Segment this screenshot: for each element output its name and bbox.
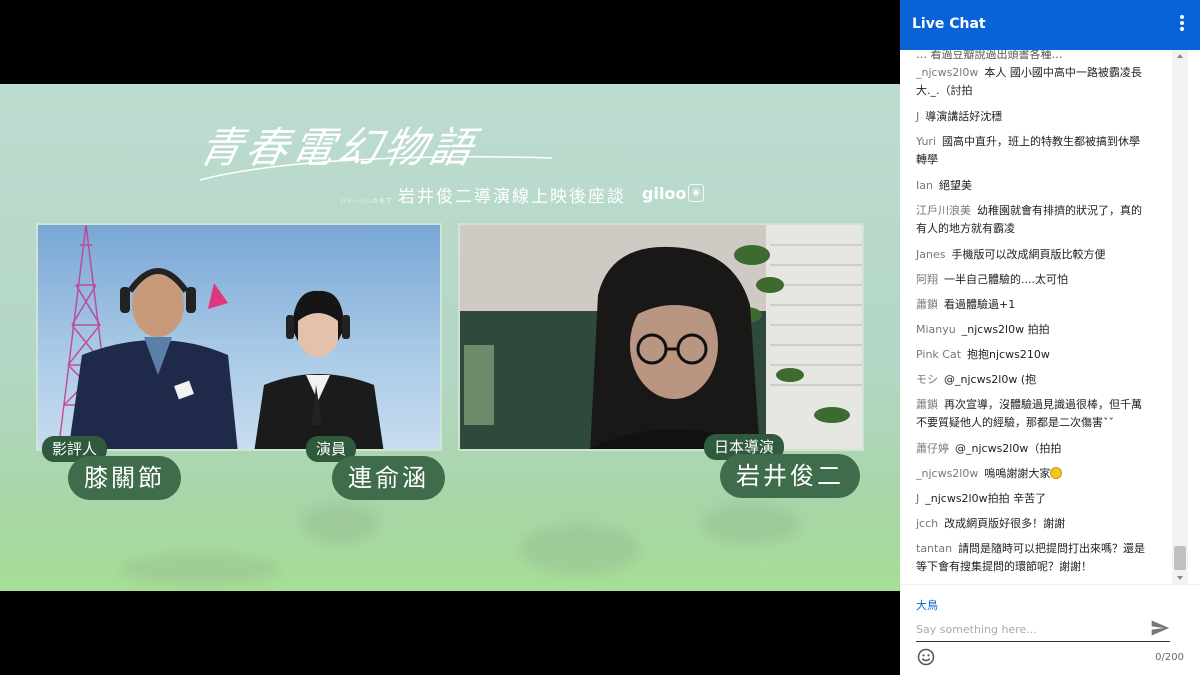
chat-text: _njcws2l0w拍拍 辛苦了 [925,492,1047,505]
chat-text: 改成網頁版好很多！謝謝 [944,517,1066,530]
chat-message: tantan 請問是隨時可以把提問打出來嗎？還是等下會有搜集提問的環節呢？謝謝！ [916,540,1148,576]
chat-message-list[interactable]: … 看過豆瓣說過出頭書各種… _njcws2l0w 本人 國小國中高中一路被霸凌長… [900,50,1172,584]
director-video-frame [460,225,862,449]
chat-message: jcch 改成網頁版好很多！謝謝 [916,515,1148,533]
speaker-name: 膝關節 [68,456,181,500]
chat-text: 導演講話好沈穩 [925,110,1003,123]
chat-username[interactable]: J [916,110,919,123]
app-window: 青春電幻物語 ﾘﾘｲ･ｼｭｼｭの全て 岩井俊二導演線上映後座談 giloo ◉ [0,0,1200,675]
chat-username[interactable]: jcch [916,517,938,530]
chat-text: _njcws2l0w 拍拍 [961,323,1050,336]
send-icon[interactable] [1150,618,1170,638]
speaker-name: 連俞涵 [332,456,445,500]
chat-username[interactable]: 蕭鎖 [916,298,938,311]
scroll-thumb[interactable] [1174,546,1186,570]
chat-input-area: 大鳥 0/200 [900,584,1200,675]
chat-username[interactable]: 阿翔 [916,273,938,286]
film-subtitle: ﾘﾘｲ･ｼｭｼｭの全て [340,198,394,205]
truncated-message: … 看過豆瓣說過出頭書各種… [916,50,1063,61]
chat-username[interactable]: 江戶川浪美 [916,204,971,217]
chat-username[interactable]: モシ [916,373,938,386]
chat-title: Live Chat [912,16,986,32]
scroll-up-icon[interactable] [1177,54,1183,58]
chat-message: _njcws2l0w 本人 國小國中高中一路被霸凌長大._.（討拍 [916,64,1148,100]
crying-face-emoji-icon [1050,467,1063,479]
chat-text: 國高中直升，班上的特教生都被搞到休學轉學 [916,135,1141,166]
chat-text: 嗚嗚謝謝大家 [984,467,1051,480]
chat-text: @_njcws2l0w（拍拍 [955,442,1062,455]
chat-username[interactable]: J [916,492,919,505]
speaker-name: 岩井俊二 [720,454,860,498]
talk-title: 岩井俊二導演線上映後座談 [398,187,626,207]
chat-message: Janes 手機版可以改成網頁版比較方便 [916,246,1148,264]
chat-message-input[interactable] [916,619,1134,639]
video-player[interactable]: 青春電幻物語 ﾘﾘｲ･ｼｭｼｭの全て 岩井俊二導演線上映後座談 giloo ◉ [0,0,900,675]
chat-message: 蕭鎖 看過體驗過+1 [916,296,1148,314]
chat-message: _njcws2l0w 嗚嗚謝謝大家 [916,465,1148,483]
chat-text: 再次宣導，沒體驗過見識過很棒，但千萬不要質疑他人的經驗，那都是二次傷害ˇˇ [916,398,1142,429]
chat-username[interactable]: _njcws2l0w [916,467,978,480]
emoji-icon[interactable] [916,647,936,667]
brand-mark-icon: ◉ [688,184,704,202]
chat-text: 抱抱njcws210w [967,348,1050,361]
chat-message: 阿翔 一半自己體驗的....太可怕 [916,271,1148,289]
chat-username[interactable]: Ian [916,179,933,192]
chat-username[interactable]: Mianyu [916,323,956,336]
chat-message: J _njcws2l0w拍拍 辛苦了 [916,490,1148,508]
chat-text: 絕望美 [938,179,972,192]
chat-username[interactable]: tantan [916,542,952,555]
chat-message: Ian 絕望美 [916,177,1148,195]
input-underline [916,641,1170,642]
guests-video-frame [57,225,384,449]
video-panel-guests [36,223,442,451]
chat-message: Mianyu _njcws2l0w 拍拍 [916,321,1148,339]
chat-text: 一半自己體驗的....太可怕 [944,273,1068,286]
chat-username[interactable]: Yuri [916,135,936,148]
scroll-down-icon[interactable] [1177,576,1183,580]
chat-message: 江戶川浪美 幼稚園就會有排擠的狀況了，真的有人的地方就有霸凌 [916,202,1148,238]
chat-text: @_njcws2l0w (抱 [944,373,1037,386]
chat-username[interactable]: Pink Cat [916,348,961,361]
chat-message: Pink Cat 抱抱njcws210w [916,346,1148,364]
chat-message: 蕭鎖 再次宣導，沒體驗過見識過很棒，但千萬不要質疑他人的經驗，那都是二次傷害ˇˇ [916,396,1148,432]
brand-logo: giloo [642,184,687,203]
chat-header: Live Chat [900,0,1200,50]
char-counter: 0/200 [1155,652,1184,663]
chat-username[interactable]: 蕭仔婷 [916,442,949,455]
chat-message: Yuri 國高中直升，班上的特教生都被搞到休學轉學 [916,133,1148,169]
chat-username[interactable]: 蕭鎖 [916,398,938,411]
chat-scrollbar[interactable] [1172,50,1188,584]
chat-username[interactable]: Janes [916,248,945,261]
chat-message: J 導演講話好沈穩 [916,108,1148,126]
video-panel-director [458,223,864,451]
chat-username[interactable]: _njcws2l0w [916,66,978,79]
chat-message: モシ @_njcws2l0w (抱 [916,371,1148,389]
chat-text: 看過體驗過+1 [944,298,1016,311]
more-vert-icon[interactable] [1178,15,1186,35]
current-user-name: 大鳥 [916,599,938,612]
live-chat-panel: Live Chat … 看過豆瓣說過出頭書各種… _njcws2l0w 本人 國小… [900,0,1200,675]
chat-text: 手機版可以改成網頁版比較方便 [951,248,1106,261]
chat-message: 蕭仔婷 @_njcws2l0w（拍拍 [916,440,1148,458]
